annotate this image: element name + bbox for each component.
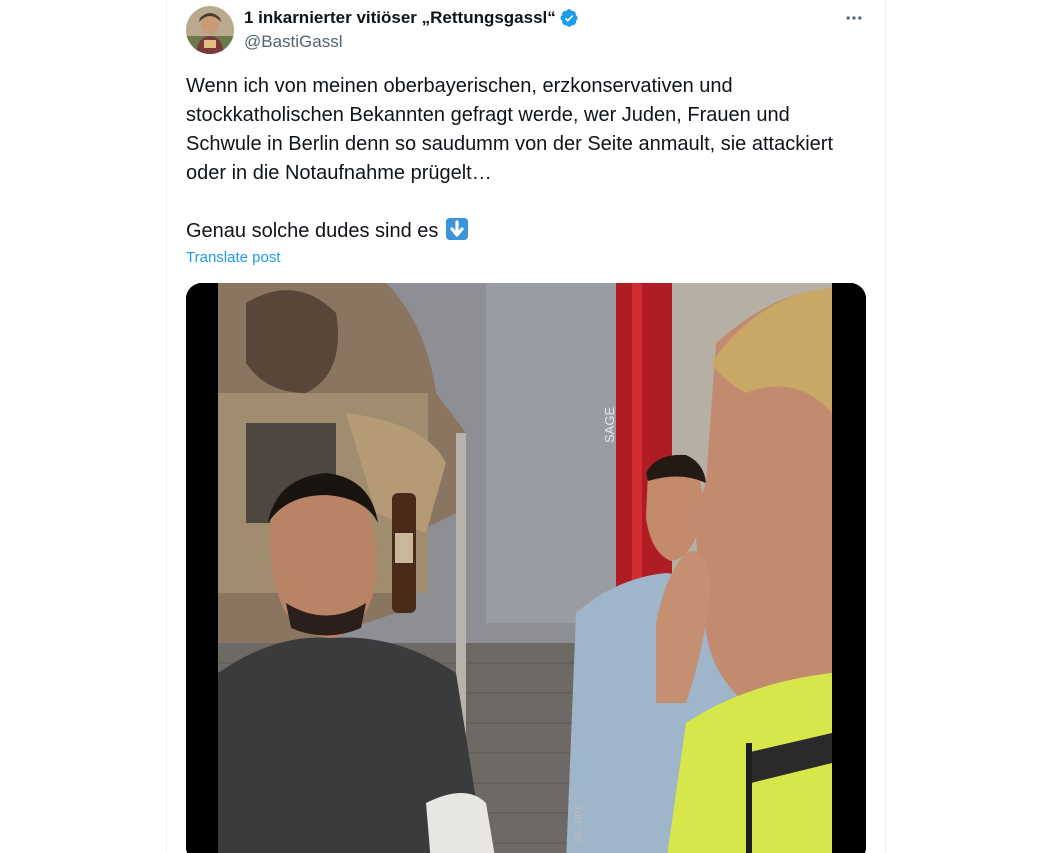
tweet-video[interactable]: ok.com/ SAGE bbox=[186, 283, 866, 853]
tweet-paragraph-1: Wenn ich von meinen oberbayerischen, erz… bbox=[186, 75, 834, 184]
tweet-header: 1 inkarnierter vitiöser „Rettungsgassl“ … bbox=[244, 6, 804, 53]
translate-post-link[interactable]: Translate post bbox=[186, 248, 281, 268]
author-avatar[interactable] bbox=[186, 6, 234, 54]
column-border-right bbox=[885, 0, 886, 853]
more-horizontal-icon bbox=[846, 16, 862, 20]
verified-badge-icon[interactable] bbox=[559, 8, 579, 28]
tweet-page: 1 inkarnierter vitiöser „Rettungsgassl“ … bbox=[0, 0, 1050, 853]
video-watermark: ok.com/ bbox=[572, 804, 584, 843]
tweet-text: Wenn ich von meinen oberbayerischen, erz… bbox=[186, 72, 846, 246]
video-letterbox-right bbox=[832, 283, 866, 853]
author-handle[interactable]: @BastiGassl bbox=[244, 31, 804, 53]
video-letterbox-left bbox=[186, 283, 218, 853]
display-name-row: 1 inkarnierter vitiöser „Rettungsgassl“ bbox=[244, 6, 804, 30]
more-options-button[interactable] bbox=[838, 6, 870, 30]
tweet-paragraph-2-text: Genau solche dudes sind es bbox=[186, 220, 439, 242]
author-display-name[interactable]: 1 inkarnierter vitiöser „Rettungsgassl“ bbox=[244, 6, 556, 30]
column-border-left bbox=[166, 0, 167, 853]
tweet-paragraph-2: Genau solche dudes sind es bbox=[186, 217, 846, 246]
down-arrow-emoji-icon bbox=[445, 218, 468, 240]
door-sign-text: SAGE bbox=[602, 407, 617, 443]
video-frame: ok.com/ SAGE bbox=[218, 283, 832, 853]
